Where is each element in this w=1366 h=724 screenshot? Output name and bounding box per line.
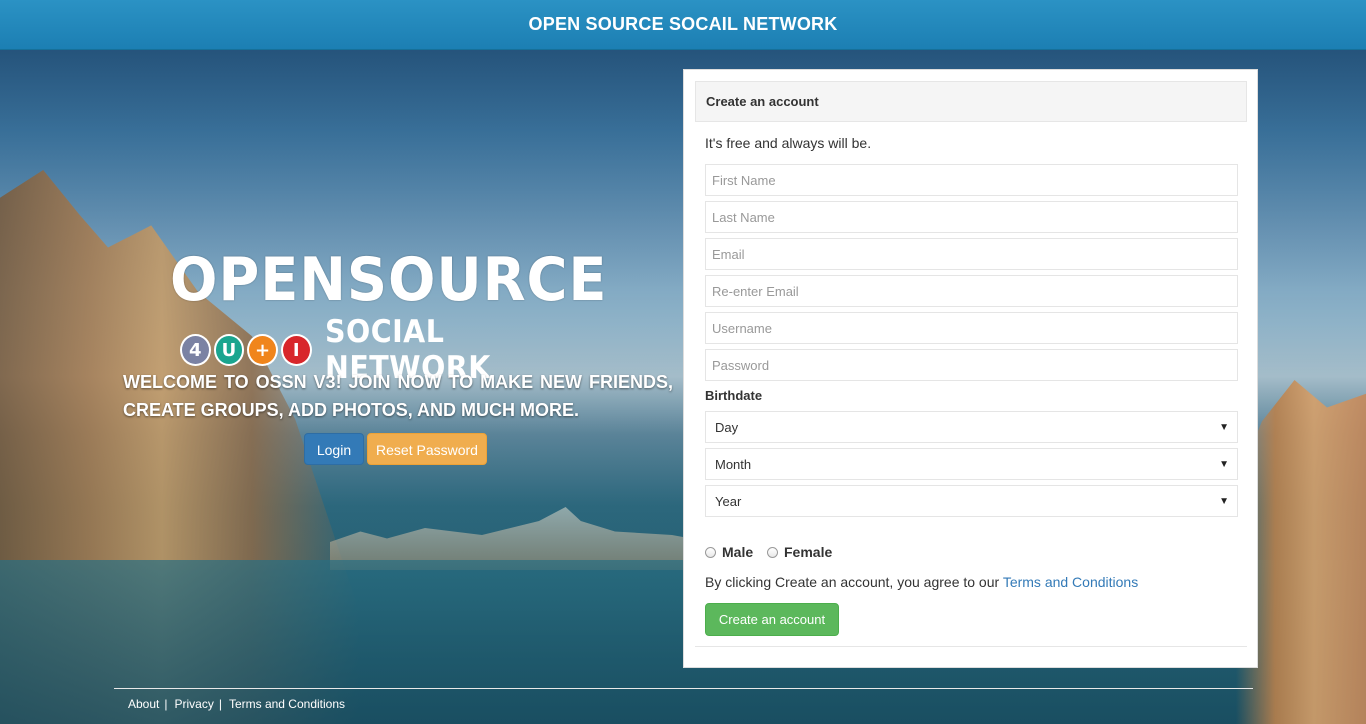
dropdown-arrow-icon: ▼: [1219, 421, 1229, 433]
last-name-input[interactable]: [705, 201, 1238, 233]
birth-year-value: Year: [715, 493, 742, 509]
birth-day-value: Day: [715, 419, 739, 435]
dropdown-arrow-icon: ▼: [1219, 458, 1229, 470]
birthdate-label: Birthdate: [705, 388, 763, 403]
dropdown-arrow-icon: ▼: [1219, 495, 1229, 507]
footer-separator: |: [164, 697, 168, 711]
female-radio[interactable]: [767, 546, 778, 558]
male-label: Male: [722, 544, 754, 560]
username-input[interactable]: [705, 312, 1238, 344]
site-title: OPEN SOURCE SOCAIL NETWORK: [528, 14, 838, 34]
email-input[interactable]: [705, 238, 1238, 270]
footer-terms-link[interactable]: Terms and Conditions: [229, 697, 345, 711]
footer-divider: [114, 688, 1253, 689]
footer-privacy-link[interactable]: Privacy: [174, 697, 213, 711]
terms-prefix: By clicking Create an account, you agree…: [705, 574, 1003, 590]
gender-male-option[interactable]: Male: [705, 544, 753, 560]
signup-subtitle: It's free and always will be.: [705, 135, 872, 151]
gender-female-option[interactable]: Female: [767, 544, 832, 560]
male-radio[interactable]: [705, 546, 716, 558]
birth-month-select[interactable]: Month ▼: [705, 448, 1238, 480]
signup-heading: Create an account: [695, 81, 1247, 122]
footer-links: About | Privacy | Terms and Conditions: [128, 697, 345, 711]
site-logo: OPENSOURCE 4 U + I SOCIAL NETWORK: [170, 245, 630, 386]
reenter-email-input[interactable]: [705, 275, 1238, 307]
password-input[interactable]: [705, 349, 1238, 381]
signup-panel: Create an account It's free and always w…: [683, 69, 1258, 668]
terms-link[interactable]: Terms and Conditions: [1003, 574, 1138, 590]
terms-agreement: By clicking Create an account, you agree…: [705, 574, 1138, 590]
welcome-message: WELCOME TO OSSN V3! JOIN NOW TO MAKE NEW…: [123, 372, 673, 420]
reset-password-button[interactable]: Reset Password: [367, 433, 487, 465]
logo-circle-u: U: [213, 334, 245, 366]
create-account-button[interactable]: Create an account: [705, 603, 839, 636]
birth-year-select[interactable]: Year ▼: [705, 485, 1238, 517]
logo-circle-i: I: [280, 334, 312, 366]
logo-circle-4: 4: [180, 334, 211, 366]
female-label: Female: [784, 544, 833, 560]
birth-day-select[interactable]: Day ▼: [705, 411, 1238, 443]
footer-separator: |: [218, 697, 222, 711]
top-bar: OPEN SOURCE SOCAIL NETWORK: [0, 0, 1366, 50]
first-name-input[interactable]: [705, 164, 1238, 196]
login-button[interactable]: Login: [304, 433, 364, 465]
birth-month-value: Month: [715, 456, 752, 472]
logo-main-text: OPENSOURCE: [170, 245, 608, 315]
logo-circle-plus: +: [247, 334, 278, 366]
footer-about-link[interactable]: About: [128, 697, 159, 711]
panel-divider: [695, 646, 1247, 647]
